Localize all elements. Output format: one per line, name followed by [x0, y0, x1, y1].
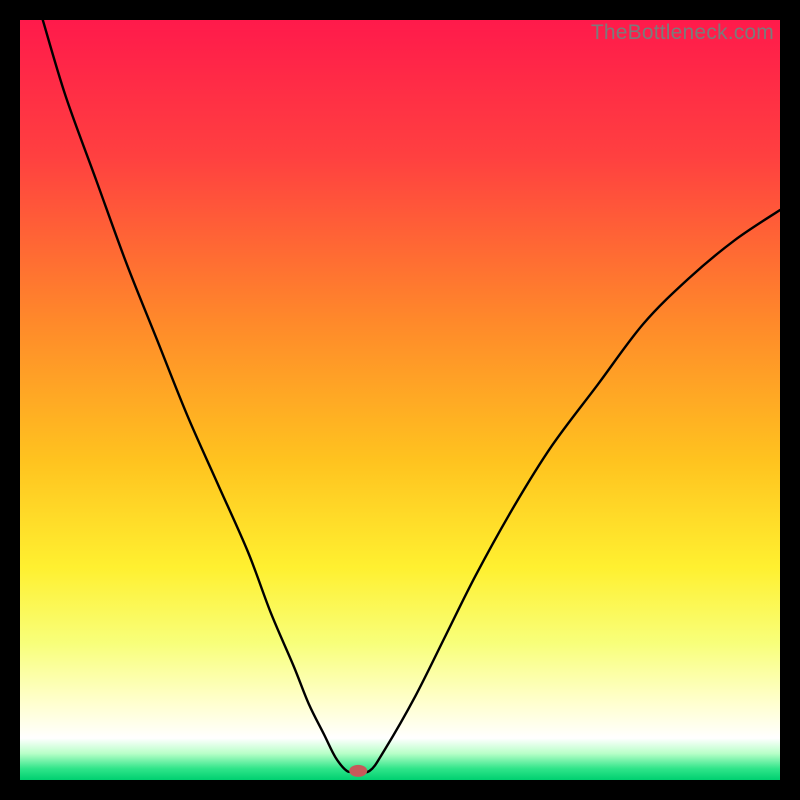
- chart-frame: TheBottleneck.com: [20, 20, 780, 780]
- watermark-text: TheBottleneck.com: [591, 21, 774, 45]
- gradient-background: [20, 20, 780, 780]
- chart-svg: [20, 20, 780, 780]
- optimal-point-marker: [349, 765, 367, 777]
